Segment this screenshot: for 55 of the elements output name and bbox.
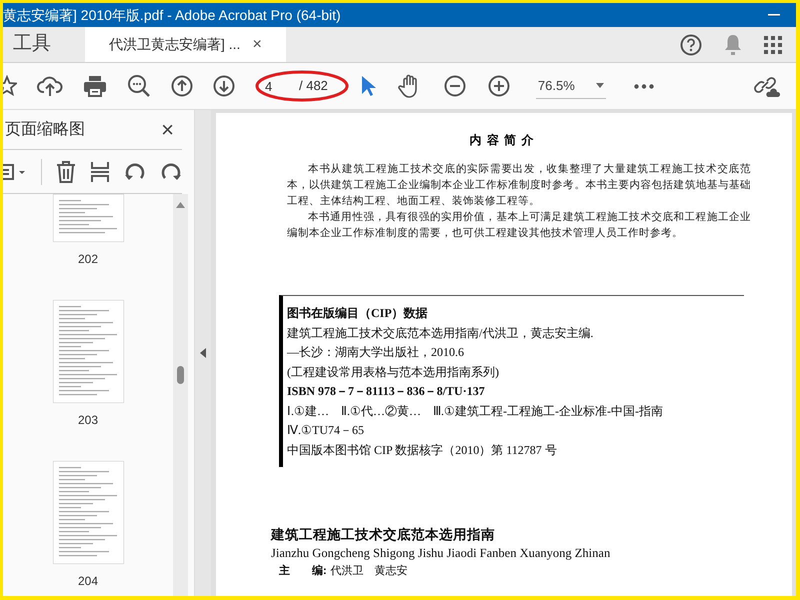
options-dropdown-icon[interactable] bbox=[3, 164, 27, 180]
cip-line: Ⅰ.①建… Ⅱ.①代…②黄… Ⅲ.①建筑工程-工程施工-企业标准-中国-指南 bbox=[287, 402, 663, 420]
zoom-in-icon[interactable] bbox=[488, 75, 510, 97]
tab-label: 代洪卫黄志安编著] ... bbox=[109, 35, 240, 54]
cip-line: 中国版本图书馆 CIP 数据核字（2010）第 112787 号 bbox=[287, 442, 557, 458]
cip-line: Ⅳ.①TU74－65 bbox=[287, 422, 364, 439]
zoom-dropdown[interactable]: 76.5% bbox=[536, 73, 606, 99]
scroll-thumb[interactable] bbox=[177, 366, 184, 384]
panel-title: 页面缩略图 bbox=[5, 120, 85, 140]
page-heading: 内 容 简 介 bbox=[468, 132, 536, 149]
insert-page-icon[interactable] bbox=[90, 160, 110, 182]
more-icon[interactable] bbox=[634, 84, 654, 88]
thumbnail-page-number: 202 bbox=[78, 251, 98, 268]
page-number-field[interactable]: 4 bbox=[265, 75, 287, 97]
collapse-arrow-icon[interactable] bbox=[200, 348, 206, 358]
apps-grid-icon[interactable] bbox=[764, 36, 782, 54]
tab[interactable]: 工具 bbox=[3, 27, 61, 62]
page-total: / 482 bbox=[299, 77, 328, 96]
scrollbar[interactable] bbox=[173, 194, 188, 596]
caret-icon bbox=[596, 83, 604, 88]
page-thumbnail[interactable] bbox=[52, 300, 124, 403]
cloud-upload-icon[interactable] bbox=[37, 75, 63, 97]
book-title-pinyin: Jianzhu Gongcheng Shigong Jishu Jiaodi Fanben Xuanyong Zhinan bbox=[271, 545, 612, 562]
star-icon[interactable] bbox=[3, 75, 17, 97]
cip-line: ISBN 978－7－81113－836－8/TU·137 bbox=[287, 383, 485, 400]
cloud-link-icon[interactable] bbox=[754, 74, 780, 98]
cip-line: 建筑工程施工技术交底范本选用指南/代洪卫，黄志安主编. bbox=[287, 324, 594, 342]
help-icon[interactable] bbox=[680, 34, 702, 56]
paragraph: 本书从建筑工程施工技术交底的实际需要出发，收集整理了大量建筑工程施工技术交底范本，以供建筑工程施工企业编制本企业工作标准制度时参考。本书主要内容包括建筑地基与基础工程、主体结构工程、地面工程、装饰装修工程等。 bbox=[287, 162, 751, 209]
zoom-out-icon[interactable] bbox=[444, 75, 466, 97]
thumbnail-page-number: 203 bbox=[78, 412, 98, 429]
tab[interactable]: 代洪卫黄志安编著] ... × bbox=[85, 27, 286, 62]
window-title: 黄志安编著] 2010年版.pdf - Adobe Acrobat Pro (64-bit) bbox=[3, 6, 341, 25]
scroll-up-icon[interactable] bbox=[176, 202, 185, 208]
page-thumbnail[interactable] bbox=[52, 461, 124, 564]
print-icon[interactable] bbox=[83, 75, 107, 97]
cip-line: —长沙：湖南大学出版社，2010.6 bbox=[287, 344, 464, 361]
book-title: 建筑工程施工技术交底范本选用指南 bbox=[271, 526, 496, 544]
editor-label: 主 编: bbox=[279, 564, 327, 580]
select-cursor-icon[interactable] bbox=[360, 75, 376, 97]
editor-names: 代洪卫 黄志安 bbox=[330, 564, 408, 580]
cip-line: (工程建设常用表格与范本选用指南系列) bbox=[287, 364, 499, 380]
thumbnail-page-number: 204 bbox=[78, 573, 98, 590]
rotate-left-icon[interactable] bbox=[124, 160, 146, 182]
rotate-right-icon[interactable] bbox=[160, 160, 182, 182]
previous-page-icon[interactable] bbox=[171, 75, 193, 97]
close-panel-button[interactable]: × bbox=[161, 118, 174, 140]
next-page-icon[interactable] bbox=[213, 75, 235, 97]
zoom-search-icon[interactable] bbox=[127, 74, 151, 98]
page-thumbnail[interactable] bbox=[52, 194, 124, 242]
minimize-icon[interactable] bbox=[768, 14, 780, 16]
paragraph: 本书通用性强，具有很强的实用价值，基本上可满足建筑工程施工技术交底和工程施工企业编制本企业工作标准制度的需要，也可供工程建设其他技术管理人员工作时参考。 bbox=[287, 210, 751, 241]
close-tab-button[interactable]: × bbox=[252, 36, 262, 52]
cip-line: 图书在版编目（CIP）数据 bbox=[287, 305, 428, 322]
trash-icon[interactable] bbox=[56, 160, 76, 182]
